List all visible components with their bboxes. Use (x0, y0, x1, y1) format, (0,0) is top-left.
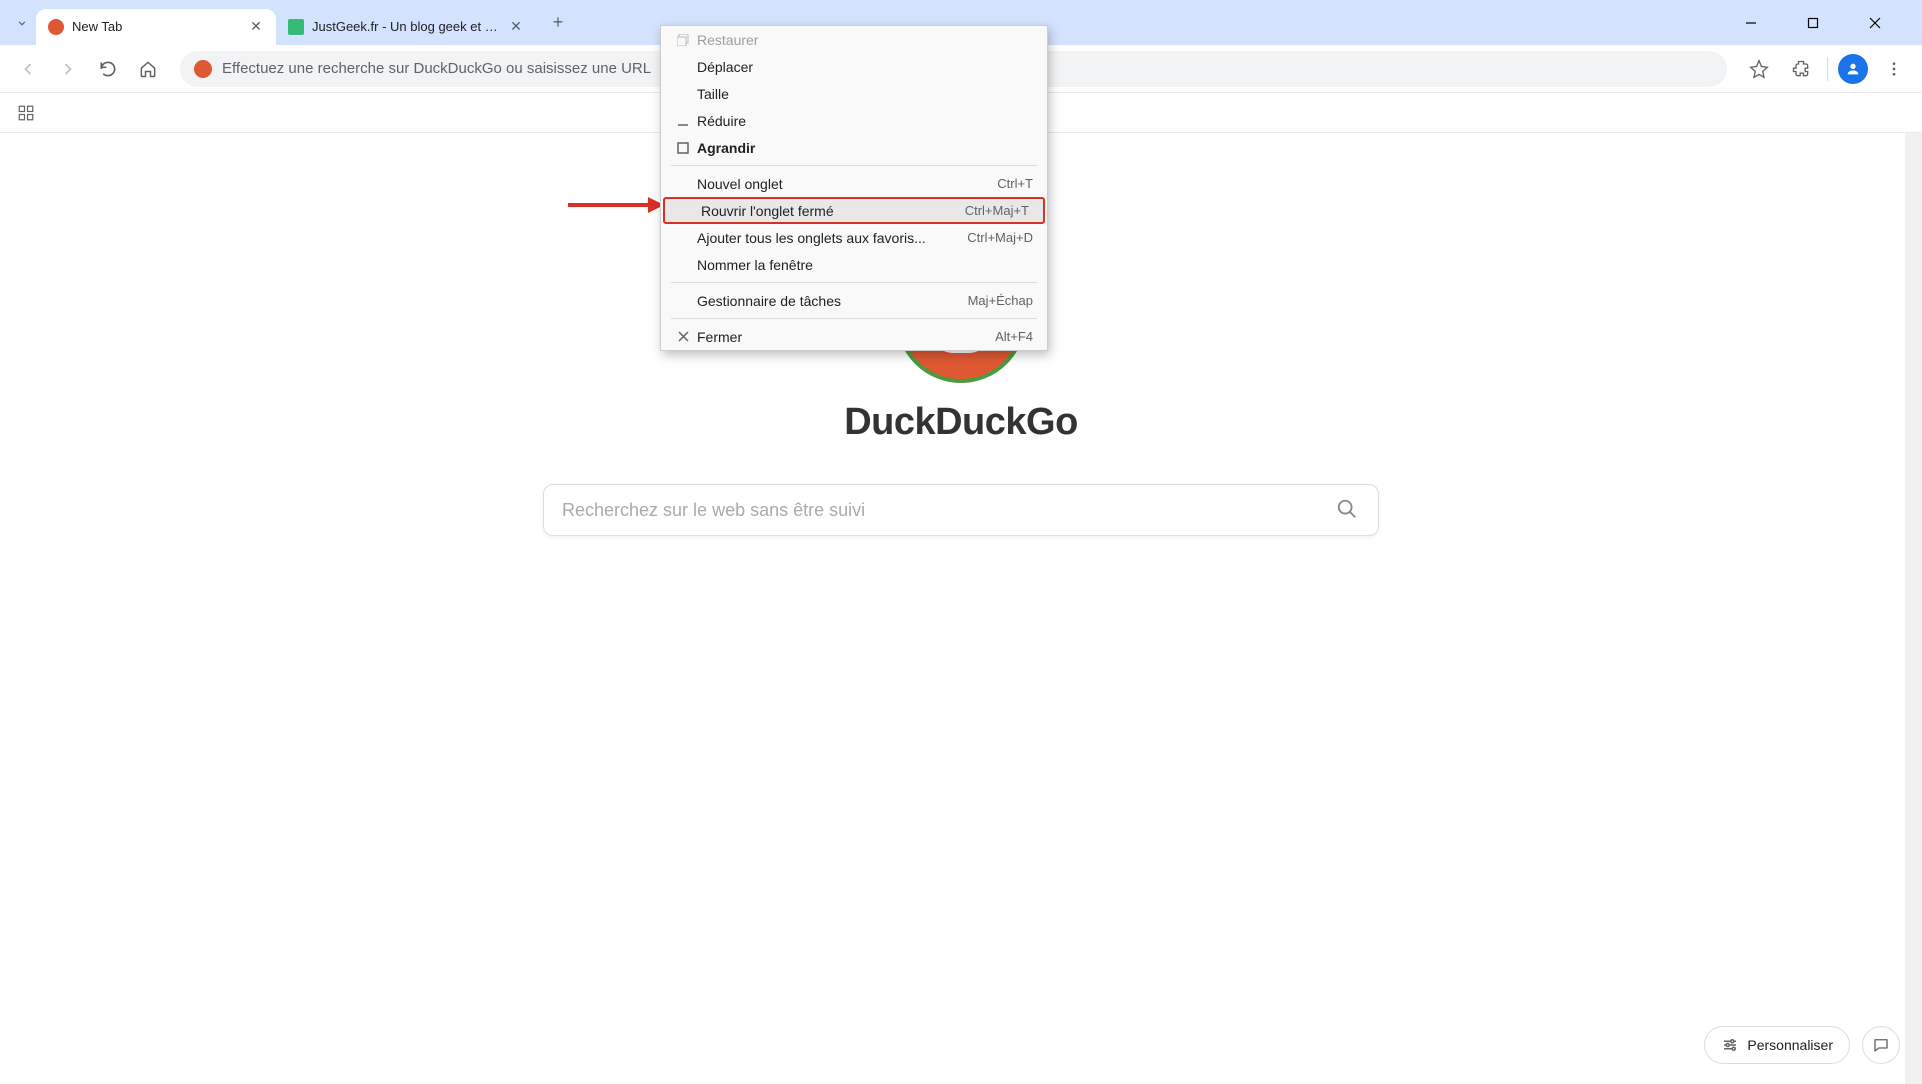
menu-reopen-closed-tab[interactable]: Rouvrir l'onglet fermé Ctrl+Maj+T (663, 197, 1045, 224)
search-input[interactable] (562, 500, 1336, 521)
extensions-icon[interactable] (1785, 53, 1817, 85)
tab-title: New Tab (72, 19, 240, 34)
toolbar-divider (1827, 57, 1828, 81)
scrollbar[interactable] (1905, 133, 1922, 1084)
forward-button[interactable] (52, 53, 84, 85)
personalize-label: Personnaliser (1747, 1037, 1833, 1053)
menu-task-manager[interactable]: Gestionnaire de tâches Maj+Échap (661, 287, 1047, 314)
menu-button[interactable] (1878, 53, 1910, 85)
personalize-button[interactable]: Personnaliser (1704, 1026, 1850, 1064)
profile-button[interactable] (1838, 54, 1868, 84)
menu-close[interactable]: Fermer Alt+F4 (661, 323, 1047, 350)
window-context-menu: Restaurer Déplacer Taille Réduire Agrand… (660, 25, 1048, 351)
menu-move[interactable]: Déplacer (661, 53, 1047, 80)
search-box[interactable] (543, 484, 1379, 536)
chat-button[interactable] (1862, 1026, 1900, 1064)
menu-divider (671, 165, 1037, 166)
close-icon (669, 331, 697, 342)
duckduckgo-favicon (48, 19, 64, 35)
new-tab-button[interactable]: + (544, 9, 572, 37)
reload-button[interactable] (92, 53, 124, 85)
tab-justgeek[interactable]: JustGeek.fr - Un blog geek et h... ✕ (276, 9, 536, 45)
restore-icon (669, 34, 697, 46)
logo-text: DuckDuckGo (844, 401, 1078, 444)
maximize-icon (669, 142, 697, 154)
bookmark-star-icon[interactable] (1743, 53, 1775, 85)
close-window-button[interactable] (1852, 7, 1898, 39)
back-button[interactable] (12, 53, 44, 85)
tab-title: JustGeek.fr - Un blog geek et h... (312, 19, 500, 34)
justgeek-favicon (288, 19, 304, 35)
close-tab-icon[interactable]: ✕ (248, 19, 264, 35)
minimize-button[interactable] (1728, 7, 1774, 39)
maximize-button[interactable] (1790, 7, 1836, 39)
menu-restore: Restaurer (661, 26, 1047, 53)
bottom-right-controls: Personnaliser (1704, 1026, 1900, 1064)
annotation-arrow (568, 195, 668, 215)
apps-grid-icon[interactable] (12, 99, 40, 127)
tab-search-button[interactable] (8, 9, 36, 37)
close-tab-icon[interactable]: ✕ (508, 19, 524, 35)
home-button[interactable] (132, 53, 164, 85)
window-controls (1728, 7, 1914, 39)
menu-bookmark-all-tabs[interactable]: Ajouter tous les onglets aux favoris... … (661, 224, 1047, 251)
menu-minimize[interactable]: Réduire (661, 107, 1047, 134)
site-identity-icon[interactable] (194, 60, 212, 78)
menu-new-tab[interactable]: Nouvel onglet Ctrl+T (661, 170, 1047, 197)
menu-maximize[interactable]: Agrandir (661, 134, 1047, 161)
search-icon[interactable] (1336, 498, 1360, 522)
menu-size[interactable]: Taille (661, 80, 1047, 107)
tab-new-tab[interactable]: New Tab ✕ (36, 9, 276, 45)
sliders-icon (1721, 1036, 1739, 1054)
menu-name-window[interactable]: Nommer la fenêtre (661, 251, 1047, 278)
menu-divider (671, 282, 1037, 283)
minimize-icon (669, 115, 697, 127)
menu-divider (671, 318, 1037, 319)
